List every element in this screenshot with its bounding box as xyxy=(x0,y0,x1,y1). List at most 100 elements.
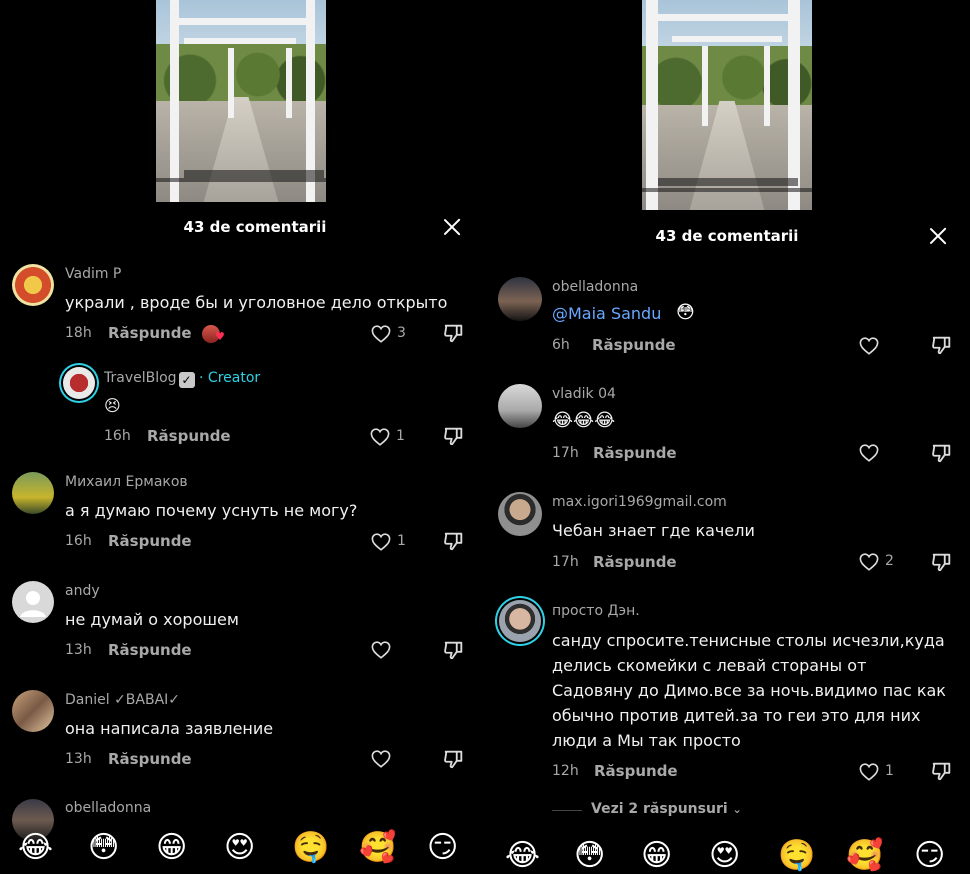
emoji-button[interactable]: 😏 xyxy=(914,839,945,873)
avatar[interactable] xyxy=(12,472,54,514)
comment-username[interactable]: obelladonna xyxy=(552,279,638,295)
emoji-button[interactable]: 😏 xyxy=(427,831,458,865)
dislike-icon[interactable] xyxy=(931,442,953,464)
dislike-icon[interactable] xyxy=(443,748,465,770)
emoji-button[interactable]: 😳 xyxy=(574,839,605,873)
dislike-icon[interactable] xyxy=(931,760,953,782)
avatar[interactable] xyxy=(498,277,542,321)
heart-outline-icon[interactable] xyxy=(370,428,390,446)
reply-button[interactable]: Răspunde xyxy=(592,336,676,354)
comment-text: она написала заявление xyxy=(65,719,274,738)
comment-time: 13h xyxy=(65,642,92,658)
dislike-icon[interactable] xyxy=(931,551,953,573)
like-count: 2 xyxy=(885,553,894,569)
heart-outline-icon[interactable] xyxy=(859,763,879,781)
avatar[interactable] xyxy=(498,384,542,428)
comment-time: 16h xyxy=(104,428,131,444)
emoji-button[interactable]: 😁 xyxy=(156,831,187,865)
heart-outline-icon[interactable] xyxy=(371,750,391,768)
avatar[interactable] xyxy=(498,492,542,536)
dislike-icon[interactable] xyxy=(443,322,465,344)
close-icon[interactable] xyxy=(441,216,463,238)
dislike-icon[interactable] xyxy=(931,334,953,356)
reply-button[interactable]: Răspunde xyxy=(108,324,192,342)
like-count: 1 xyxy=(396,428,405,444)
view-replies-button[interactable]: Vezi 2 răspunsuri ⌄ xyxy=(591,801,742,817)
comment-username[interactable]: Vadim P xyxy=(65,266,121,282)
comment-username[interactable]: vladik 04 xyxy=(552,386,616,402)
comment-text: Чебан знает где качели xyxy=(552,521,755,540)
like-count: 1 xyxy=(397,533,406,549)
comment-text: 😂😂😂 xyxy=(552,410,616,431)
comment-username[interactable]: Михаил Ермаков xyxy=(65,474,188,490)
comment-username[interactable]: andy xyxy=(65,583,100,599)
creator-liked-heart-icon: ♥ xyxy=(215,330,225,343)
comment-text-line: люди а Мы так просто xyxy=(552,731,741,750)
emoji-button[interactable]: 😍 xyxy=(709,839,740,873)
comment-text: не думай о хорошем xyxy=(65,610,239,629)
comment-emoji: 😳 xyxy=(676,302,695,323)
emoji-button[interactable]: 🥰 xyxy=(846,839,883,873)
emoji-button[interactable]: 😁 xyxy=(641,839,672,873)
avatar[interactable] xyxy=(63,367,95,399)
comment-text: а я думаю почему уснуть не могу? xyxy=(65,501,358,520)
emoji-button[interactable]: 🤤 xyxy=(778,839,815,873)
like-count: 1 xyxy=(885,763,894,779)
comment-time: 6h xyxy=(552,337,570,353)
comment-time: 18h xyxy=(65,325,92,341)
emoji-button[interactable]: 😂 xyxy=(505,839,540,873)
heart-outline-icon[interactable] xyxy=(371,325,391,343)
chevron-down-icon: ⌄ xyxy=(732,803,742,816)
reply-button[interactable]: Răspunde xyxy=(108,750,192,768)
comment-mention[interactable]: @Maia Sandu xyxy=(552,301,661,326)
comment-text: украли , вроде бы и уголовное дело откры… xyxy=(65,293,448,312)
dislike-icon[interactable] xyxy=(443,639,465,661)
avatar[interactable] xyxy=(12,264,54,306)
view-replies-divider xyxy=(552,810,582,811)
comment-text-line: обычно против дитей.за то геи это для ни… xyxy=(552,706,921,725)
comments-count-title: 43 de comentarii xyxy=(183,218,327,236)
comment-username[interactable]: просто Дэн. xyxy=(552,603,640,619)
emoji-button[interactable]: 😍 xyxy=(224,831,255,865)
comment-text-line: санду спросите.тенисные столы исчезли,ку… xyxy=(552,631,945,650)
creator-label: · Creator xyxy=(199,370,261,386)
emoji-button[interactable]: 😳 xyxy=(88,831,119,865)
like-count: 3 xyxy=(397,325,406,341)
avatar[interactable] xyxy=(499,600,541,642)
emoji-button[interactable]: 🥰 xyxy=(359,831,396,865)
comment-username[interactable]: obelladonna xyxy=(65,800,151,816)
comments-panel-left: 43 de comentarii Vadim P украли , вроде … xyxy=(0,0,486,874)
comment-username[interactable]: TravelBlog ✓ · Creator xyxy=(104,370,260,388)
emoji-button[interactable]: 😂 xyxy=(18,831,53,865)
verified-badge-icon: ✓ xyxy=(178,372,195,388)
comments-count-title: 43 de comentarii xyxy=(655,227,799,245)
comment-text-line: делись скомейки с левай стораны от xyxy=(552,656,867,675)
heart-outline-icon[interactable] xyxy=(371,641,391,659)
video-thumbnail[interactable] xyxy=(642,0,812,210)
comment-username[interactable]: Daniel ✓BABAI✓ xyxy=(65,692,180,708)
reply-button[interactable]: Răspunde xyxy=(593,444,677,462)
emoji-button[interactable]: 🤤 xyxy=(292,831,329,865)
avatar[interactable] xyxy=(12,581,54,623)
reply-button[interactable]: Răspunde xyxy=(108,641,192,659)
close-icon[interactable] xyxy=(927,225,949,247)
comment-username[interactable]: max.igori1969gmail.com xyxy=(552,494,727,510)
comment-time: 17h xyxy=(552,554,579,570)
comment-time: 17h xyxy=(552,445,579,461)
dislike-icon[interactable] xyxy=(443,530,465,552)
heart-outline-icon[interactable] xyxy=(859,553,879,571)
reply-button[interactable]: Răspunde xyxy=(594,762,678,780)
comment-text-line: Садовяну до Димо.все за ночь.видимо пас … xyxy=(552,681,946,700)
comment-time: 16h xyxy=(65,533,92,549)
reply-button[interactable]: Răspunde xyxy=(593,553,677,571)
heart-outline-icon[interactable] xyxy=(371,533,391,551)
comments-panel-right: 43 de comentarii obelladonna @Maia Sandu… xyxy=(486,0,970,874)
heart-outline-icon[interactable] xyxy=(859,337,879,355)
heart-outline-icon[interactable] xyxy=(859,444,879,462)
video-thumbnail[interactable] xyxy=(156,0,326,202)
username-label: TravelBlog xyxy=(104,370,177,386)
avatar[interactable] xyxy=(12,690,54,732)
dislike-icon[interactable] xyxy=(443,425,465,447)
reply-button[interactable]: Răspunde xyxy=(108,532,192,550)
reply-button[interactable]: Răspunde xyxy=(147,427,231,445)
